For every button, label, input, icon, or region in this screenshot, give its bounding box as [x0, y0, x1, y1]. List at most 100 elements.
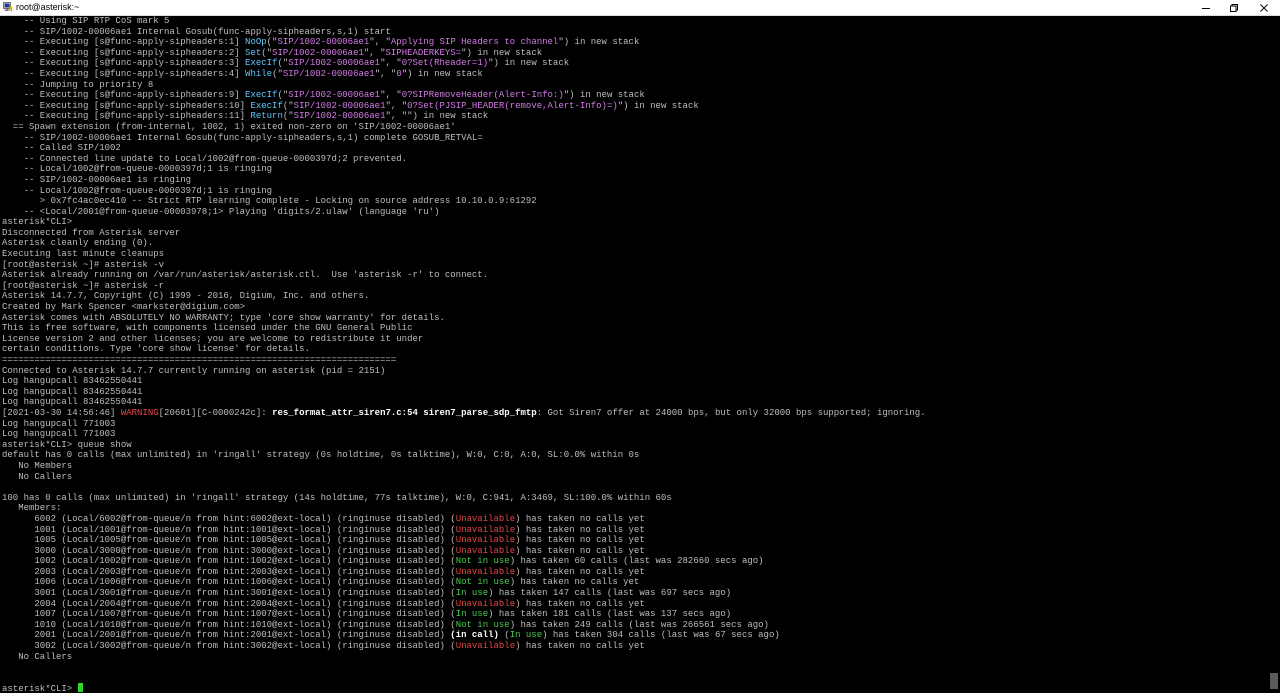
- terminal-text: ", "") in new stack: [385, 111, 489, 122]
- terminal-line: -- Executing [s@func-apply-sipheaders:11…: [2, 111, 1268, 122]
- terminal-text: 3002 (Local/3002@from-queue/n from hint:…: [2, 641, 456, 652]
- terminal-line: -- Using SIP RTP CoS mark 5: [2, 16, 1268, 27]
- terminal-text: ") in new stack: [563, 90, 645, 101]
- status-unavailable: Unavailable: [455, 524, 516, 535]
- terminal-text: Log hangupcall 83462550441: [2, 386, 143, 397]
- string-arg: SIP/1002-00006ae1: [272, 47, 364, 58]
- prompt-line[interactable]: asterisk*CLI>: [2, 683, 1268, 693]
- minimize-button[interactable]: [1191, 0, 1221, 15]
- terminal-line: -- Executing [s@func-apply-sipheaders:10…: [2, 101, 1268, 112]
- terminal-text: -- Called SIP/1002: [2, 143, 121, 154]
- terminal-text: -- SIP/1002-00006ae1 is ringing: [2, 174, 192, 185]
- string-arg: SIP/1002-00006ae1: [288, 58, 381, 69]
- terminal-text: ) has taken 147 calls (last was 697 secs…: [488, 588, 732, 599]
- terminal-text: -- Executing [s@func-apply-sipheaders:9]: [2, 90, 246, 101]
- terminal-text: Disconnected from Asterisk server: [2, 227, 181, 238]
- terminal-text: Asterisk cleanly ending (0).: [2, 238, 154, 249]
- terminal-text: Log hangupcall 83462550441: [2, 376, 143, 387]
- terminal-text: (": [282, 100, 294, 111]
- terminal-text: Asterisk already running on /var/run/ast…: [2, 270, 489, 281]
- status-not-in-use: Not in use: [455, 556, 510, 567]
- terminal-output[interactable]: -- Using SIP RTP CoS mark 5 -- SIP/1002-…: [0, 16, 1268, 693]
- terminal-line: default has 0 calls (max unlimited) in '…: [2, 450, 1268, 461]
- terminal-line: License version 2 and other licenses; yo…: [2, 334, 1268, 345]
- terminal-text: ) has taken no calls yet: [515, 566, 645, 577]
- terminal-line: -- Jumping to priority 8: [2, 80, 1268, 91]
- close-icon: [1260, 3, 1268, 12]
- string-arg: SIP/1002-00006ae1: [277, 37, 370, 48]
- dialplan-app: NoOp: [245, 37, 267, 48]
- dialplan-app: While: [245, 68, 273, 79]
- terminal-line: Asterisk cleanly ending (0).: [2, 238, 1268, 249]
- terminal-text: default has 0 calls (max unlimited) in '…: [2, 450, 640, 461]
- string-arg: Applying SIP Headers to channel: [390, 37, 559, 48]
- terminal-text: certain conditions. Type 'core show lice…: [2, 344, 310, 355]
- terminal-text: [2021-03-30 14:56:46]: [2, 407, 121, 418]
- terminal-text: -- Executing [s@func-apply-sipheaders:4]: [2, 68, 246, 79]
- vertical-scrollbar[interactable]: [1268, 16, 1280, 693]
- terminal-line: 1007 (Local/1007@from-queue/n from hint:…: [2, 609, 1268, 620]
- terminal-text: ) has taken no calls yet: [515, 598, 645, 609]
- terminal-line: 2004 (Local/2004@from-queue/n from hint:…: [2, 599, 1268, 610]
- terminal-text: ") in new stack: [558, 37, 640, 48]
- terminal-text: Log hangupcall 771003: [2, 418, 116, 429]
- terminal-line: No Members: [2, 461, 1268, 472]
- terminal-line: asterisk*CLI> queue show: [2, 440, 1268, 451]
- status-not-in-use: Not in use: [455, 577, 510, 588]
- terminal-line: 1001 (Local/1001@from-queue/n from hint:…: [2, 525, 1268, 536]
- terminal-line: -- Called SIP/1002: [2, 143, 1268, 154]
- terminal-text: ) has taken no calls yet: [515, 535, 645, 546]
- terminal-text: 3000 (Local/3000@from-queue/n from hint:…: [2, 545, 456, 556]
- close-button[interactable]: [1249, 0, 1279, 15]
- terminal-line: [root@asterisk ~]# asterisk -r: [2, 281, 1268, 292]
- terminal-text: 6002 (Local/6002@from-queue/n from hint:…: [2, 513, 456, 524]
- restore-icon: [1230, 3, 1238, 12]
- string-arg: SIP/1002-00006ae1: [282, 68, 375, 79]
- terminal-line: Created by Mark Spencer <markster@digium…: [2, 302, 1268, 313]
- minimize-icon: [1202, 7, 1210, 9]
- terminal-line: -- Local/1002@from-queue-0000397d;1 is r…: [2, 164, 1268, 175]
- terminal-line: Connected to Asterisk 14.7.7 currently r…: [2, 366, 1268, 377]
- terminal-text: == Spawn extension (from-internal, 1002,…: [2, 121, 456, 132]
- terminal-text: [20601][C-0000242c]:: [158, 407, 273, 418]
- terminal-text: -- Executing [s@func-apply-sipheaders:10…: [2, 100, 251, 111]
- terminal-text: ") in new stack: [617, 100, 699, 111]
- terminal-lines: -- Using SIP RTP CoS mark 5 -- SIP/1002-…: [2, 16, 1268, 683]
- maximize-button[interactable]: [1219, 0, 1249, 15]
- terminal-text: (": [277, 90, 289, 101]
- terminal-line: -- SIP/1002-00006ae1 Internal Gosub(func…: [2, 27, 1268, 38]
- terminal-text: Connected to Asterisk 14.7.7 currently r…: [2, 365, 386, 376]
- terminal-text: ) has taken 249 calls (last was 266561 s…: [509, 619, 769, 630]
- terminal-line: -- Connected line update to Local/1002@f…: [2, 154, 1268, 165]
- status-unavailable: Unavailable: [455, 545, 516, 556]
- status-unavailable: Unavailable: [455, 513, 516, 524]
- terminal-text: ) has taken no calls yet: [515, 545, 645, 556]
- terminal-text: -- Executing [s@func-apply-sipheaders:11…: [2, 111, 251, 122]
- dialplan-app: Set: [245, 47, 262, 58]
- terminal-text: Log hangupcall 771003: [2, 429, 116, 440]
- terminal-line: Log hangupcall 83462550441: [2, 387, 1268, 398]
- terminal-text: ) has taken 304 calls (last was 67 secs …: [542, 630, 780, 641]
- terminal-text: 2003 (Local/2003@from-queue/n from hint:…: [2, 566, 456, 577]
- terminal-text: [root@asterisk ~]# asterisk -r: [2, 280, 165, 291]
- dialplan-app: ExecIf: [245, 90, 278, 101]
- dialplan-app: Return: [250, 111, 283, 122]
- terminal-text: 1001 (Local/1001@from-queue/n from hint:…: [2, 524, 456, 535]
- title-bar[interactable]: root@asterisk:~: [0, 0, 1280, 16]
- terminal-text: ) has taken 181 calls (last was 137 secs…: [488, 609, 732, 620]
- string-arg: SIP/1002-00006ae1: [293, 111, 386, 122]
- terminal-text: [root@asterisk ~]# asterisk -v: [2, 259, 165, 270]
- status-in-use: In use: [455, 609, 489, 620]
- terminal-text: ) has taken no calls yet: [515, 513, 645, 524]
- terminal-text: (": [266, 37, 278, 48]
- terminal-text: 3001 (Local/3001@from-queue/n from hint:…: [2, 588, 456, 599]
- terminal-text: ", ": [380, 58, 402, 69]
- scrollbar-thumb[interactable]: [1270, 673, 1278, 689]
- terminal-text: (": [277, 58, 289, 69]
- terminal-text: : Got Siren7 offer at 24000 bps, but onl…: [536, 407, 926, 418]
- terminal-line: Asterisk comes with ABSOLUTELY NO WARRAN…: [2, 313, 1268, 324]
- terminal-text: Members:: [2, 503, 62, 514]
- terminal-text: Created by Mark Spencer <markster@digium…: [2, 302, 246, 313]
